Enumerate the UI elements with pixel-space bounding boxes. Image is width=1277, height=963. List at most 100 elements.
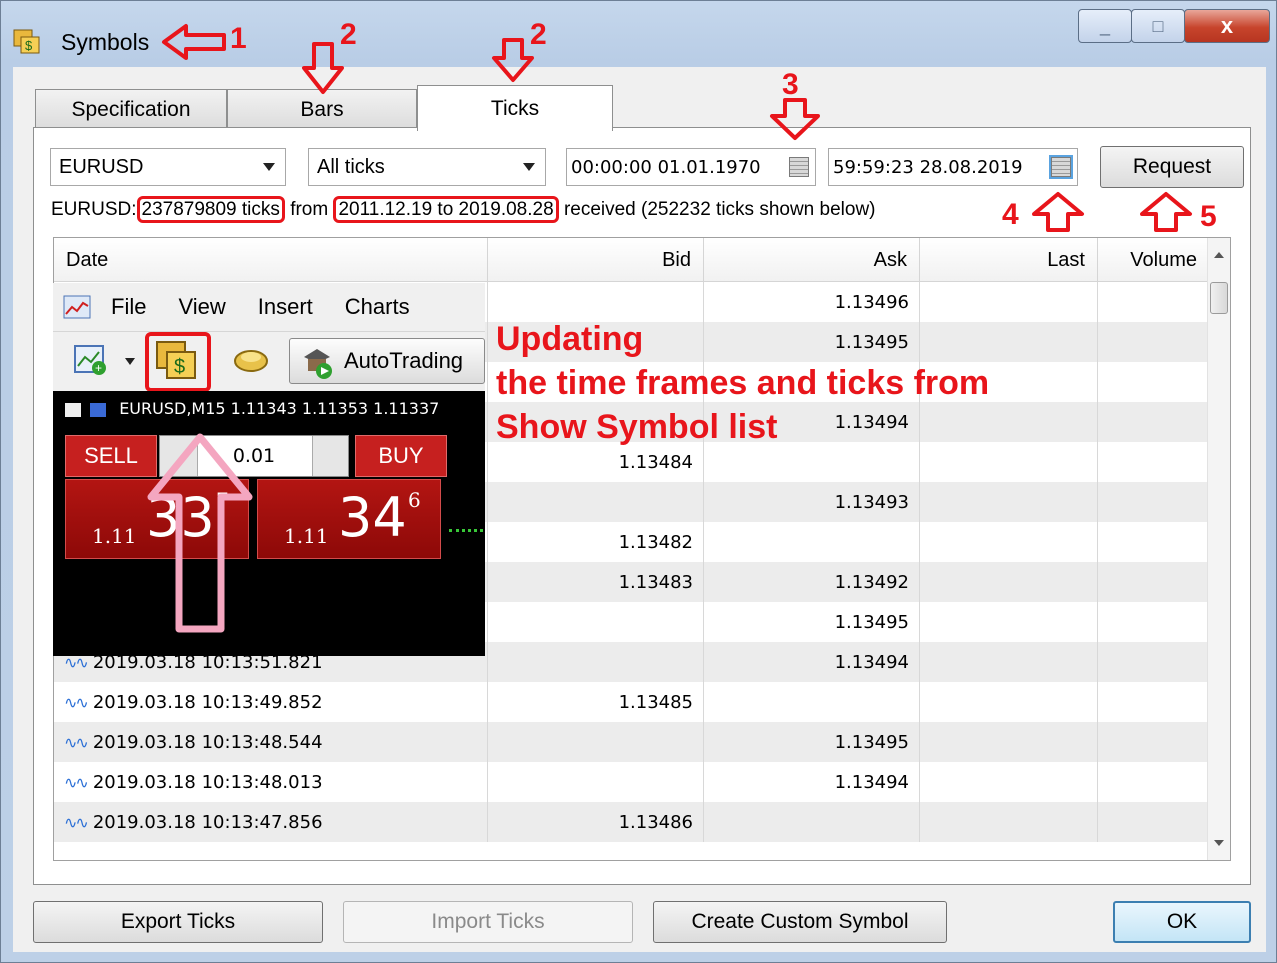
create-custom-symbol-button[interactable]: Create Custom Symbol bbox=[653, 901, 947, 943]
cell-last bbox=[920, 442, 1098, 482]
lot-increase-button[interactable] bbox=[312, 436, 348, 476]
vertical-scrollbar[interactable] bbox=[1207, 238, 1230, 860]
cell-last bbox=[920, 722, 1098, 762]
annotation-2-bars: 2 bbox=[340, 18, 357, 51]
cell-last bbox=[920, 642, 1098, 682]
cell-volume bbox=[1098, 722, 1209, 762]
svg-text:$: $ bbox=[174, 356, 185, 378]
cell-volume bbox=[1098, 322, 1209, 362]
cell-ask-text: 1.13494 bbox=[834, 411, 909, 433]
tab-ticks[interactable]: Ticks bbox=[417, 85, 613, 131]
scroll-up-icon[interactable] bbox=[1214, 252, 1224, 258]
cell-date: ∿∿ 2019.03.18 10:13:49.852 bbox=[54, 682, 488, 722]
table-row[interactable]: ∿∿ 2019.03.18 10:13:49.852 1.13485 bbox=[54, 682, 1209, 722]
market-watch-icon[interactable] bbox=[231, 344, 271, 378]
one-click-trading-chart: EURUSD,M15 1.11343 1.11353 1.11337 SELL … bbox=[53, 391, 485, 656]
cell-volume bbox=[1098, 482, 1209, 522]
scroll-thumb[interactable] bbox=[1210, 282, 1228, 314]
tick-wave-icon: ∿∿ bbox=[64, 732, 89, 752]
cell-ask-text: 1.13496 bbox=[834, 291, 909, 313]
cell-ask bbox=[704, 802, 920, 842]
cell-bid bbox=[488, 762, 704, 802]
tab-specification[interactable]: Specification bbox=[35, 89, 227, 129]
menu-view[interactable]: View bbox=[178, 294, 225, 320]
sell-button[interactable]: SELL bbox=[65, 435, 157, 477]
tick-wave-icon: ∿∿ bbox=[64, 812, 89, 832]
annotation-arrow-up-icon bbox=[1140, 192, 1192, 232]
cell-bid: 1.13483 bbox=[488, 562, 704, 602]
cell-ask: 1.13494 bbox=[704, 762, 920, 802]
col-ask[interactable]: Ask bbox=[704, 238, 920, 282]
buy-price[interactable]: 1.11 34 6 bbox=[257, 479, 441, 559]
to-date-field[interactable]: 59:59:23 28.08.2019 bbox=[828, 148, 1078, 186]
cell-last bbox=[920, 602, 1098, 642]
cell-volume bbox=[1098, 602, 1209, 642]
autotrading-button[interactable]: AutoTrading bbox=[289, 338, 485, 384]
cell-ask-text: 1.13495 bbox=[834, 731, 909, 753]
cell-ask-text: 1.13495 bbox=[834, 611, 909, 633]
scroll-down-icon[interactable] bbox=[1214, 840, 1224, 846]
tick-info-line: EURUSD: 237879809 ticks from 2011.12.19 t… bbox=[51, 196, 876, 223]
sell-price-prefix: 1.11 bbox=[92, 524, 137, 548]
svg-text:+: + bbox=[95, 361, 102, 375]
cell-ask-text: 1.13494 bbox=[834, 771, 909, 793]
export-ticks-button[interactable]: Export Ticks bbox=[33, 901, 323, 943]
cell-ask-text: 1.13492 bbox=[834, 571, 909, 593]
cell-last bbox=[920, 282, 1098, 322]
new-chart-icon[interactable]: + bbox=[73, 342, 109, 378]
table-row[interactable]: ∿∿ 2019.03.18 10:13:48.013 1.13494 bbox=[54, 762, 1209, 802]
ok-button[interactable]: OK bbox=[1113, 901, 1251, 943]
cell-date-text: 2019.03.18 10:13:48.013 bbox=[92, 771, 323, 793]
calendar-icon[interactable] bbox=[1049, 155, 1073, 179]
annotation-arrow-down-icon bbox=[770, 98, 820, 140]
cell-volume bbox=[1098, 362, 1209, 402]
cell-bid-text: 1.13483 bbox=[618, 571, 693, 593]
date-range: 2011.12.19 to 2019.08.28 bbox=[333, 196, 559, 223]
embedded-terminal-screenshot: File View Insert Charts + $ AutoTrading … bbox=[53, 283, 485, 656]
from-date-field[interactable]: 00:00:00 01.01.1970 bbox=[566, 148, 816, 186]
col-bid[interactable]: Bid bbox=[488, 238, 704, 282]
ticks-count: 237879809 ticks bbox=[136, 196, 285, 223]
info-symbol: EURUSD: bbox=[51, 199, 137, 220]
symbol-select[interactable]: EURUSD bbox=[50, 148, 286, 186]
annotation-arrow-up-icon bbox=[1032, 192, 1084, 232]
buy-button[interactable]: BUY bbox=[355, 435, 447, 477]
cell-volume bbox=[1098, 522, 1209, 562]
cell-bid-text: 1.13482 bbox=[618, 531, 693, 553]
request-button[interactable]: Request bbox=[1100, 146, 1244, 188]
info-received: received (252232 ticks shown below) bbox=[563, 199, 876, 220]
col-volume[interactable]: Volume bbox=[1098, 238, 1209, 282]
buy-price-fraction: 6 bbox=[408, 488, 421, 512]
symbols-button-icon[interactable]: $ bbox=[155, 340, 199, 382]
maximize-button[interactable]: □ bbox=[1131, 9, 1185, 43]
annotation-5: 5 bbox=[1200, 200, 1217, 233]
cell-volume bbox=[1098, 802, 1209, 842]
calendar-icon[interactable] bbox=[789, 157, 809, 177]
col-date[interactable]: Date bbox=[54, 238, 488, 282]
tick-type-value: All ticks bbox=[317, 155, 385, 178]
chart-header-text: EURUSD,M15 1.11343 1.11353 1.11337 bbox=[119, 399, 440, 418]
cell-ask: 1.13495 bbox=[704, 722, 920, 762]
to-date-value: 59:59:23 28.08.2019 bbox=[833, 156, 1023, 178]
dropdown-arrow-icon[interactable] bbox=[125, 358, 135, 365]
cell-ask-text: 1.13495 bbox=[834, 331, 909, 353]
menu-file[interactable]: File bbox=[111, 294, 146, 320]
chart-header: EURUSD,M15 1.11343 1.11353 1.11337 bbox=[65, 399, 439, 418]
chart-type-icon bbox=[90, 402, 107, 417]
cell-bid: 1.13486 bbox=[488, 802, 704, 842]
table-header: Date Bid Ask Last Volume bbox=[54, 238, 1209, 282]
overlay-caption-line-3: Show Symbol list bbox=[496, 408, 778, 446]
col-last[interactable]: Last bbox=[920, 238, 1098, 282]
table-row[interactable]: ∿∿ 2019.03.18 10:13:47.856 1.13486 bbox=[54, 802, 1209, 842]
cell-bid-text: 1.13485 bbox=[618, 691, 693, 713]
tick-type-select[interactable]: All ticks bbox=[308, 148, 546, 186]
close-button[interactable]: x bbox=[1184, 9, 1270, 43]
cell-date: ∿∿ 2019.03.18 10:13:48.013 bbox=[54, 762, 488, 802]
buy-price-pips: 34 bbox=[338, 486, 407, 549]
menu-charts[interactable]: Charts bbox=[345, 294, 410, 320]
menu-insert[interactable]: Insert bbox=[258, 294, 313, 320]
table-row[interactable]: ∿∿ 2019.03.18 10:13:48.544 1.13495 bbox=[54, 722, 1209, 762]
minimize-button[interactable]: _ bbox=[1078, 9, 1132, 43]
chart-window-icon bbox=[65, 402, 81, 417]
cell-last bbox=[920, 562, 1098, 602]
